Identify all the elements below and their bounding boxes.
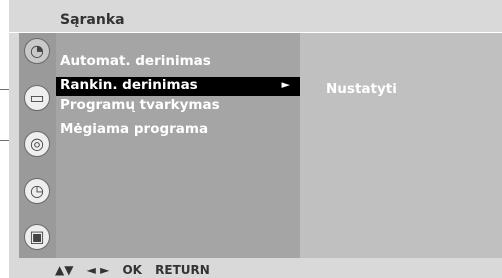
submenu-arrow-icon: ► bbox=[281, 78, 290, 91]
menu-item-programme-edit[interactable]: Programų tvarkymas bbox=[60, 97, 220, 113]
menu-item-label: Mėgiama programa bbox=[60, 121, 209, 137]
return-key-hint: RETURN bbox=[155, 263, 210, 277]
menu-item-favourite-programme[interactable]: Mėgiama programa bbox=[60, 121, 208, 137]
option-toolbox-icon[interactable]: ▣ bbox=[24, 224, 50, 250]
setup-satellite-dish-icon[interactable]: ◔ bbox=[24, 38, 50, 64]
navigation-hint-bar: ▲▼ ◄ ► OK RETURN bbox=[55, 263, 219, 277]
menu-item-auto-tuning[interactable]: Automat. derinimas bbox=[60, 53, 211, 69]
menu-item-manual-tuning-selected[interactable]: Rankin. derinimas ► bbox=[56, 77, 300, 96]
menu-list: Automat. derinimas Rankin. derinimas ► P… bbox=[56, 33, 300, 258]
audio-speaker-icon[interactable]: ◎ bbox=[24, 131, 50, 157]
ok-key-hint: OK bbox=[122, 263, 142, 277]
submenu-item-set[interactable]: Nustatyti bbox=[326, 81, 397, 97]
time-clock-icon[interactable]: ◷ bbox=[24, 178, 50, 204]
callout-line-bottom bbox=[0, 140, 9, 141]
category-icon-column: ◔ ▭ ◎ ◷ ▣ bbox=[19, 33, 56, 258]
submenu-panel: Nustatyti bbox=[300, 33, 502, 258]
osd-menu-panel: Sąranka ◔ ▭ ◎ ◷ ▣ Automat. derinimas Ran… bbox=[9, 0, 502, 278]
callout-line-top bbox=[0, 89, 9, 90]
menu-title: Sąranka bbox=[60, 12, 125, 28]
menu-item-label: Programų tvarkymas bbox=[60, 97, 220, 113]
menu-item-label: Rankin. derinimas bbox=[60, 77, 198, 93]
left-right-keys-hint: ◄ ► bbox=[86, 263, 110, 277]
menu-item-label: Automat. derinimas bbox=[60, 53, 211, 69]
up-down-keys-hint: ▲▼ bbox=[55, 263, 74, 277]
picture-tv-icon[interactable]: ▭ bbox=[24, 85, 50, 111]
